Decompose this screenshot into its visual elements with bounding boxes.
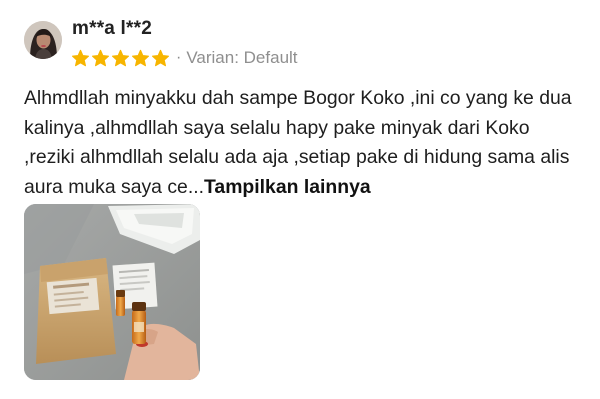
- avatar[interactable]: [24, 21, 62, 59]
- review-photo[interactable]: [24, 204, 200, 380]
- avatar-image: [24, 21, 62, 59]
- separator-dot: ·: [176, 49, 182, 66]
- star-icon: [151, 49, 170, 66]
- variant-label: Varian: Default: [186, 48, 298, 67]
- star-icon: [71, 49, 90, 66]
- reviewer-name: m**a l**2: [72, 18, 152, 39]
- star-rating: [71, 49, 171, 68]
- star-icon: [91, 49, 110, 66]
- star-icon: [131, 49, 150, 66]
- show-more-link[interactable]: Tampilkan lainnya: [204, 176, 371, 198]
- rating-row: · Varian: Default: [71, 47, 298, 69]
- star-icon: [111, 49, 130, 66]
- review-text: Alhmdllah minyakku dah sampe Bogor Koko …: [24, 84, 584, 202]
- review-photo-image: [24, 204, 200, 380]
